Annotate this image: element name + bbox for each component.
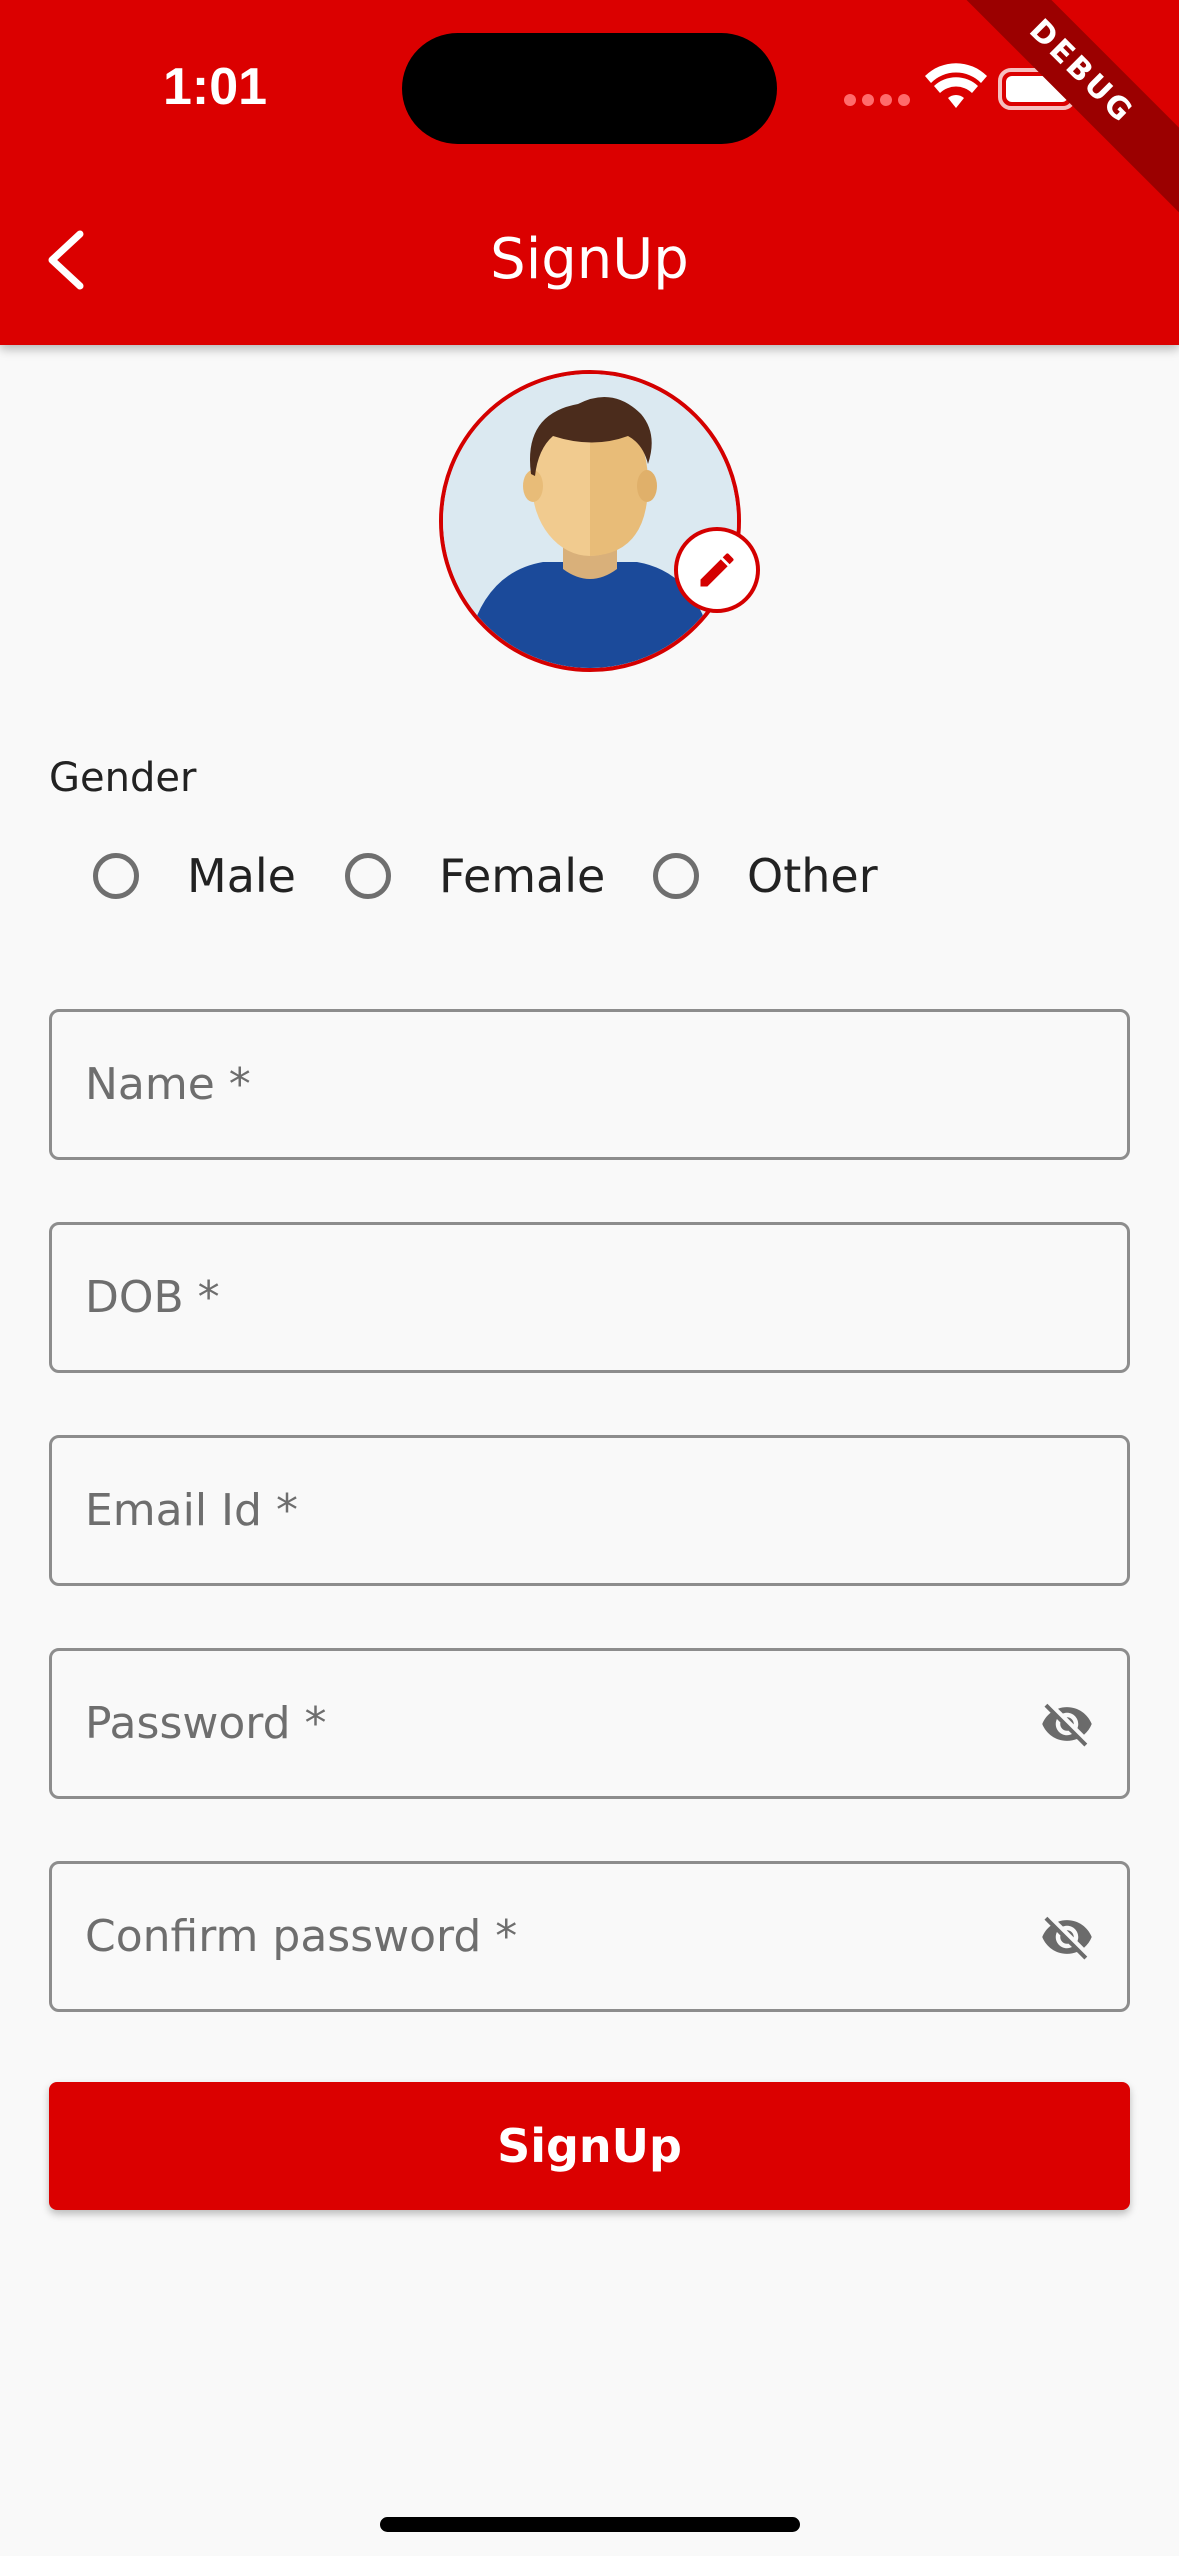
password-visibility-toggle[interactable] (1037, 1694, 1097, 1754)
app-bar: 1:01 DEBUG SignUp (0, 0, 1179, 345)
cellular-signal-icon (844, 94, 910, 106)
email-field[interactable] (49, 1435, 1130, 1586)
name-field[interactable] (49, 1009, 1130, 1160)
visibility-off-icon (1042, 1916, 1092, 1959)
wifi-icon (925, 63, 987, 108)
avatar (439, 370, 741, 672)
radio-label-other: Other (747, 849, 878, 903)
confirm-password-visibility-toggle[interactable] (1037, 1907, 1097, 1967)
radio-male[interactable]: Male (93, 846, 296, 906)
confirm-password-input[interactable] (85, 1864, 1037, 2009)
radio-label-female: Female (439, 849, 606, 903)
radio-button[interactable] (93, 853, 139, 899)
radio-other[interactable]: Other (653, 846, 878, 906)
radio-button[interactable] (653, 853, 699, 899)
status-time: 1:01 (162, 58, 268, 116)
dynamic-island (402, 33, 777, 144)
dob-field[interactable] (49, 1222, 1130, 1373)
password-field[interactable] (49, 1648, 1130, 1799)
email-input[interactable] (85, 1438, 1097, 1583)
dob-input[interactable] (85, 1225, 1097, 1370)
gender-label: Gender (49, 755, 197, 801)
radio-female[interactable]: Female (345, 846, 605, 906)
page-title: SignUp (490, 227, 689, 292)
user-avatar-icon (443, 374, 737, 668)
name-input[interactable] (85, 1012, 1097, 1157)
password-input[interactable] (85, 1651, 1037, 1796)
pencil-icon (700, 553, 734, 587)
visibility-off-icon (1042, 1703, 1092, 1746)
edit-avatar-button[interactable] (674, 527, 760, 613)
avatar-picker[interactable] (439, 370, 760, 672)
confirm-password-field[interactable] (49, 1861, 1130, 2012)
signup-button[interactable]: SignUp (49, 2082, 1130, 2210)
radio-button[interactable] (345, 853, 391, 899)
radio-label-male: Male (187, 849, 296, 903)
home-indicator (380, 2517, 800, 2532)
